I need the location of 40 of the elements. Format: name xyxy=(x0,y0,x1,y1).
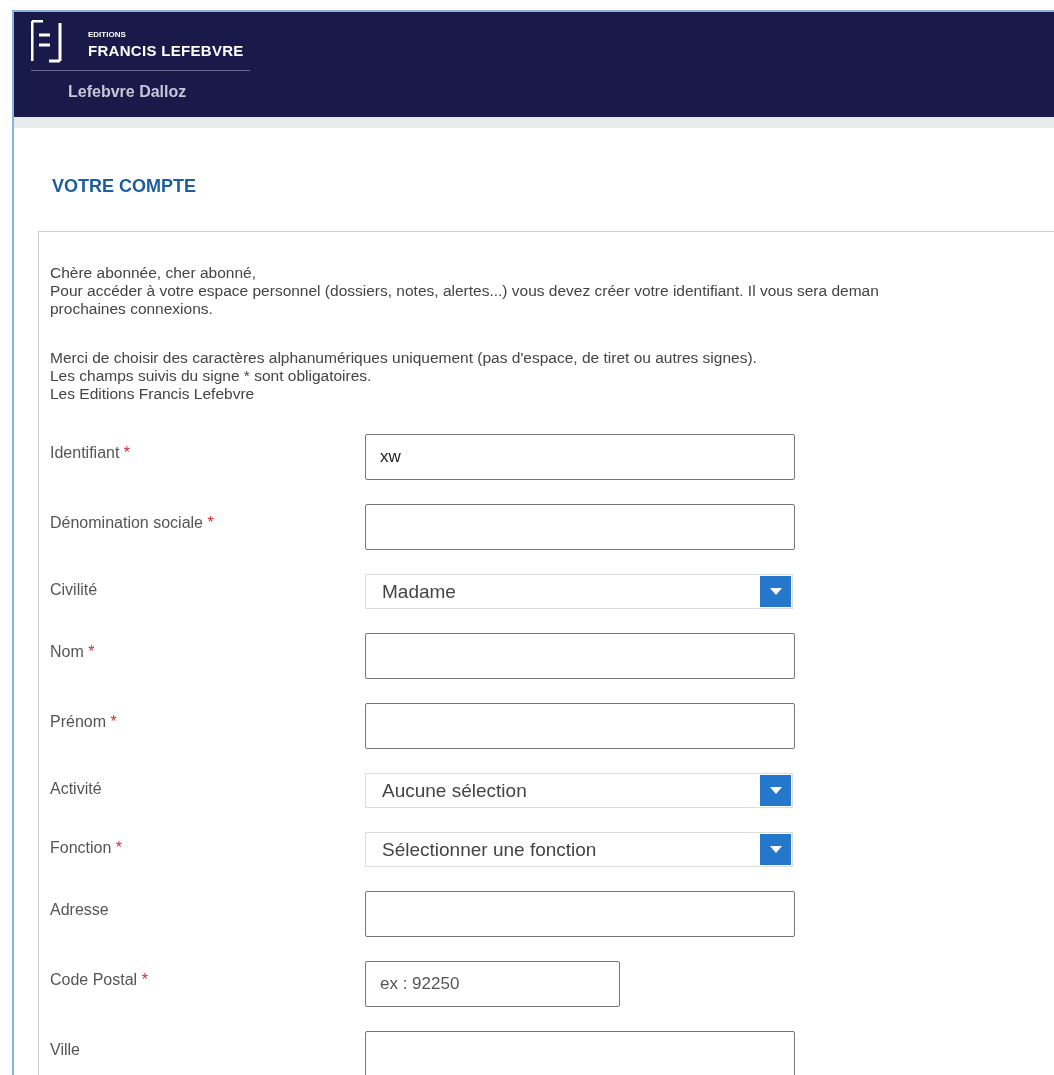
field-label: Identifiant xyxy=(50,444,120,461)
dropdown-field[interactable]: Madame xyxy=(365,574,793,609)
dropdown-field[interactable]: Sélectionner une fonction xyxy=(365,832,793,867)
dropdown-field[interactable]: Aucune sélection xyxy=(365,773,793,808)
field-label: Dénomination sociale xyxy=(50,514,203,531)
field-label: Fonction xyxy=(50,839,112,856)
intro-text: Merci de choisir des caractères alphanumériques uniquement (pas d'espace, de tiret ou autres signes). xyxy=(50,349,757,367)
brand-subtitle: EDITIONS xyxy=(88,29,127,39)
intro-text: Les Editions Francis Lefebvre xyxy=(50,385,255,403)
logo-icon xyxy=(31,19,62,63)
caret-icon xyxy=(769,588,782,595)
text-field[interactable] xyxy=(365,504,795,550)
field-label: Adresse xyxy=(50,901,109,918)
field-label: Ville xyxy=(50,1041,80,1058)
field-label: Prénom xyxy=(50,713,107,730)
text-field[interactable] xyxy=(365,891,795,937)
field-label: Nom xyxy=(50,643,84,660)
text-field[interactable] xyxy=(365,703,795,749)
sub-brand: Lefebvre Dalloz xyxy=(68,83,187,101)
intro-text: prochaines connexions. xyxy=(50,300,213,318)
text-field[interactable] xyxy=(365,633,795,679)
required-mark: * xyxy=(207,514,214,531)
field-label: Civilité xyxy=(50,581,98,598)
intro-text: Pour accéder à votre espace personnel (dossiers, notes, alertes...) vous devez créer votre identifiant. Il vous sera deman xyxy=(50,282,879,300)
intro-text: Les champs suivis du signe * sont obligatoires. xyxy=(50,367,372,385)
field-label: Activité xyxy=(50,780,102,797)
required-mark: * xyxy=(141,971,148,988)
text-field[interactable] xyxy=(365,1031,795,1075)
brand-name: FRANCIS LEFEBVRE xyxy=(88,41,244,59)
required-mark: * xyxy=(115,839,123,856)
required-mark: * xyxy=(88,643,95,660)
text-field[interactable]: xw xyxy=(365,434,795,480)
intro-text: Chère abonnée, cher abonné, xyxy=(50,264,256,282)
page-title: VOTRE COMPTE xyxy=(52,176,196,197)
text-field[interactable]: ex : 92250 xyxy=(365,961,620,1007)
caret-icon xyxy=(769,787,782,794)
field-label: Code Postal xyxy=(50,971,138,988)
required-mark: * xyxy=(123,444,131,461)
caret-icon xyxy=(769,846,782,853)
required-mark: * xyxy=(110,713,117,730)
